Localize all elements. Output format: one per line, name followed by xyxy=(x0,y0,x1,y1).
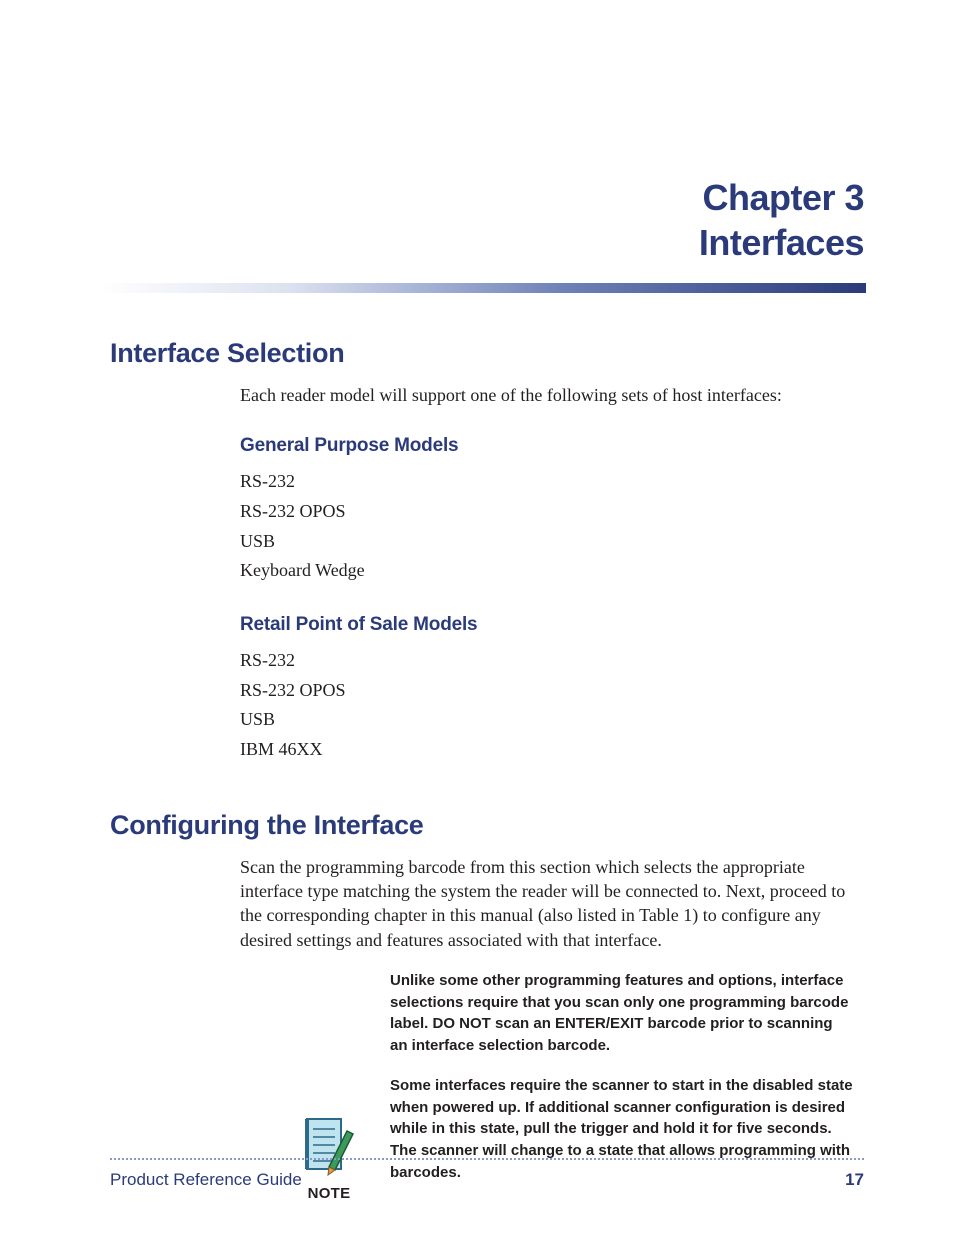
list-item: IBM 46XX xyxy=(240,735,864,765)
configuring-body: Scan the programming barcode from this s… xyxy=(240,855,864,952)
divider-gradient xyxy=(100,283,866,293)
subheading-general-purpose: General Purpose Models xyxy=(240,435,864,457)
list-item: Keyboard Wedge xyxy=(240,556,864,586)
chapter-label: Chapter 3 xyxy=(110,175,864,220)
page-number: 17 xyxy=(845,1170,864,1190)
intro-paragraph: Each reader model will support one of th… xyxy=(240,383,864,407)
chapter-title: Interfaces xyxy=(110,220,864,265)
section-heading-configuring: Configuring the Interface xyxy=(110,810,864,841)
list-retail-pos: RS-232 RS-232 OPOS USB IBM 46XX xyxy=(240,646,864,765)
list-item: RS-232 xyxy=(240,646,864,676)
footer-title: Product Reference Guide xyxy=(110,1170,302,1190)
section-heading-interface-selection: Interface Selection xyxy=(110,338,864,369)
list-item: RS-232 OPOS xyxy=(240,676,864,706)
list-item: RS-232 OPOS xyxy=(240,497,864,527)
subheading-retail-pos: Retail Point of Sale Models xyxy=(240,614,864,636)
list-item: USB xyxy=(240,705,864,735)
list-item: USB xyxy=(240,527,864,557)
footer-divider xyxy=(110,1158,864,1160)
list-general-purpose: RS-232 RS-232 OPOS USB Keyboard Wedge xyxy=(240,467,864,586)
list-item: RS-232 xyxy=(240,467,864,497)
note-paragraph-1: Unlike some other programming features a… xyxy=(390,970,854,1057)
